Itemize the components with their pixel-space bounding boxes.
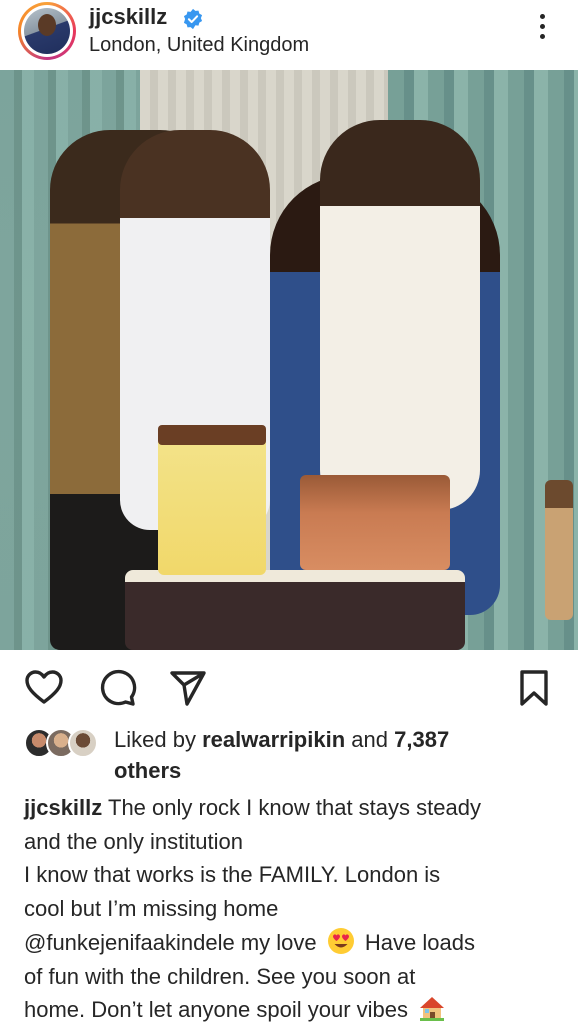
comment-icon[interactable]	[98, 668, 138, 708]
post-location[interactable]: London, United Kingdom	[89, 34, 309, 57]
caption-text: Have loads	[364, 929, 475, 955]
caption-text: cool but I’m missing home	[24, 896, 279, 922]
post-caption: jjcskillz The only rock I know that stay…	[24, 791, 564, 1024]
caption-text: The only rock I know that stays steady	[108, 795, 481, 820]
caption-mention[interactable]: @funkejenifaakindele	[24, 930, 235, 955]
likes-and: and	[351, 727, 388, 752]
likes-text: Liked by realwarripikin and 7,387	[114, 724, 554, 755]
heart-icon[interactable]	[24, 668, 64, 708]
heart-eyes-emoji-icon	[327, 927, 354, 954]
caption-username[interactable]: jjcskillz	[24, 795, 102, 820]
post-photo[interactable]	[0, 70, 578, 650]
caption-text: my love	[240, 929, 317, 955]
liker-avatars	[24, 728, 104, 758]
caption-text: and the only institution	[24, 828, 243, 854]
likes-count[interactable]: 7,387	[394, 727, 449, 752]
likes-others[interactable]: others	[114, 755, 181, 786]
profile-avatar[interactable]	[18, 2, 76, 60]
post-header: jjcskillz London, United Kingdom	[0, 0, 578, 70]
send-icon[interactable]	[168, 668, 208, 708]
house-emoji-icon	[420, 997, 445, 1022]
more-vertical-icon[interactable]	[532, 14, 552, 44]
liker-username[interactable]: realwarripikin	[202, 727, 345, 752]
caption-text: I know that works is the FAMILY. London …	[24, 862, 441, 888]
likes-prefix: Liked by	[114, 727, 196, 752]
post-action-bar	[0, 650, 578, 722]
caption-text: home. Don’t let anyone spoil your vibes	[24, 997, 408, 1023]
bookmark-icon[interactable]	[514, 668, 554, 708]
post-username[interactable]: jjcskillz	[89, 4, 167, 30]
verified-badge-icon	[183, 8, 203, 30]
caption-text: of fun with the children. See you soon a…	[24, 963, 416, 989]
avatar	[68, 728, 98, 758]
